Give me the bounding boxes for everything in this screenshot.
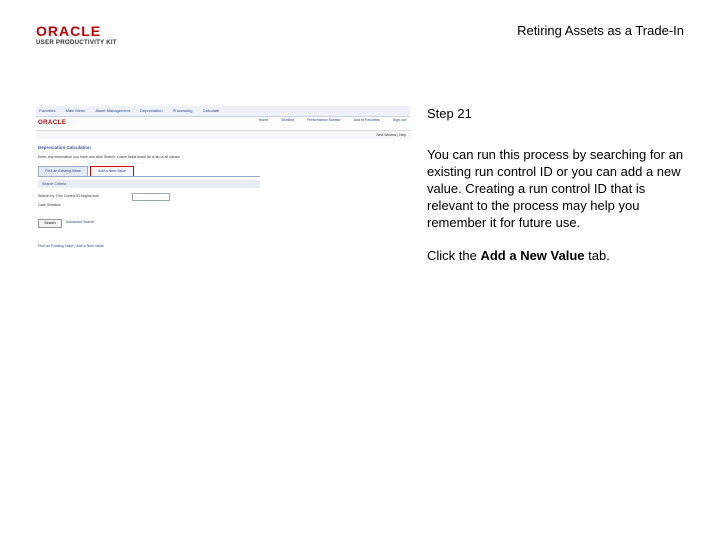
nav-item-calculate[interactable]: Calculate: [203, 108, 220, 113]
oracle-upk-logo: ORACLE USER PRODUCTIVITY KIT: [36, 24, 128, 46]
advanced-search-link[interactable]: Advanced Search: [66, 220, 94, 224]
search-by-row: Search by: Run Control ID begins with: [38, 194, 99, 198]
tab-find-existing-value[interactable]: Find an Existing Value: [38, 166, 88, 176]
case-sensitive-checkbox[interactable]: Case Sensitive: [38, 203, 61, 207]
nav-item-asset-management[interactable]: Asset Management: [96, 108, 130, 113]
nav-item-processing[interactable]: Processing: [173, 108, 193, 113]
app-logo: ORACLE: [38, 120, 67, 126]
search-button[interactable]: Search: [38, 219, 62, 228]
instruction-target: Add a New Value: [480, 248, 585, 263]
brand-bar: ORACLE Home Worklist Performance Monitor…: [36, 117, 410, 131]
utility-links[interactable]: New Window | Help: [376, 133, 406, 137]
step-instruction: Click the Add a New Value tab.: [427, 247, 685, 264]
nav-item-depreciation[interactable]: Depreciation: [140, 108, 162, 113]
nav-item-main-menu[interactable]: Main Menu: [66, 108, 86, 113]
top-menu: Home Worklist Performance Monitor Add to…: [247, 118, 406, 122]
search-by-select[interactable]: Run Control ID begins with: [56, 194, 99, 198]
breadcrumb-nav: Favorites Main Menu Asset Management Dep…: [36, 106, 410, 117]
application-screenshot: Favorites Main Menu Asset Management Dep…: [36, 106, 410, 256]
search-by-label: Search by:: [38, 194, 56, 198]
search-instructions: Enter any information you have and click…: [38, 155, 181, 159]
top-menu-home[interactable]: Home: [259, 118, 269, 122]
instruction-suffix: tab.: [584, 248, 610, 263]
instruction-panel: Step 21 You can run this process by sear…: [427, 105, 685, 264]
top-menu-add-to-favorites[interactable]: Add to Favorites: [354, 118, 380, 122]
top-menu-performance-monitor[interactable]: Performance Monitor: [307, 118, 341, 122]
logo-brand: ORACLE: [36, 23, 102, 39]
step-number: Step 21: [427, 106, 472, 121]
step-description: You can run this process by searching fo…: [427, 147, 684, 230]
search-input[interactable]: [132, 193, 170, 201]
top-menu-sign-out[interactable]: Sign out: [393, 118, 406, 122]
footer-links[interactable]: Find an Existing Value | Add a New Value: [38, 244, 104, 248]
search-criteria-header[interactable]: Search Criteria: [38, 180, 260, 188]
tab-divider: [38, 176, 260, 177]
topic-title: Retiring Assets as a Trade-In: [517, 23, 684, 38]
logo-subtitle: USER PRODUCTIVITY KIT: [36, 39, 117, 46]
instruction-prefix: Click the: [427, 248, 481, 263]
search-criteria-label: Search Criteria: [42, 182, 66, 186]
utility-bar: New Window | Help: [36, 131, 410, 139]
top-menu-worklist[interactable]: Worklist: [281, 118, 294, 122]
nav-item-favorites[interactable]: Favorites: [39, 108, 55, 113]
page-title: Depreciation Calculation: [38, 145, 91, 150]
